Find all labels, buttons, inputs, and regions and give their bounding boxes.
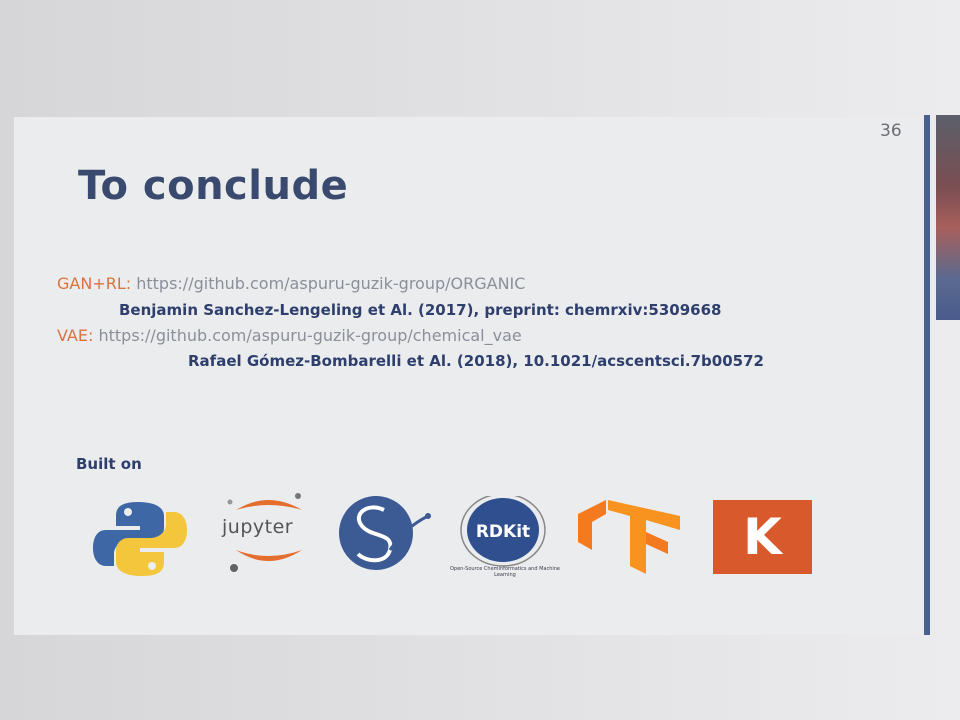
reference-vae: VAE: https://github.com/aspuru-guzik-gro… (57, 326, 522, 345)
accent-bar (924, 115, 930, 635)
reference-citation: Rafael Gómez-Bombarelli et Al. (2018), 1… (188, 352, 764, 370)
rdkit-caption: Open-Source Cheminformatics and Machine … (449, 566, 561, 578)
rdkit-logo-icon: RDKit (460, 496, 546, 567)
reference-link[interactable]: https://github.com/aspuru-guzik-group/OR… (136, 274, 525, 293)
python-logo-icon (93, 502, 187, 576)
reference-link[interactable]: https://github.com/aspuru-guzik-group/ch… (98, 326, 521, 345)
seaborn-logo-icon (339, 496, 431, 570)
reference-label: VAE: (57, 326, 94, 345)
decorative-strip (936, 115, 960, 320)
jupyter-wordmark: jupyter (222, 516, 294, 538)
reference-gan-rl: GAN+RL: https://github.com/aspuru-guzik-… (57, 274, 525, 293)
svg-text:RDKit: RDKit (476, 522, 530, 542)
keras-logo-icon: K (713, 500, 812, 574)
reference-citation: Benjamin Sanchez-Lengeling et Al. (2017)… (119, 301, 722, 319)
tensorflow-logo-icon (578, 500, 680, 574)
reference-label: GAN+RL: (57, 274, 132, 293)
page-number: 36 (880, 121, 902, 141)
built-on-heading: Built on (76, 455, 142, 473)
slide-title: To conclude (78, 163, 349, 209)
